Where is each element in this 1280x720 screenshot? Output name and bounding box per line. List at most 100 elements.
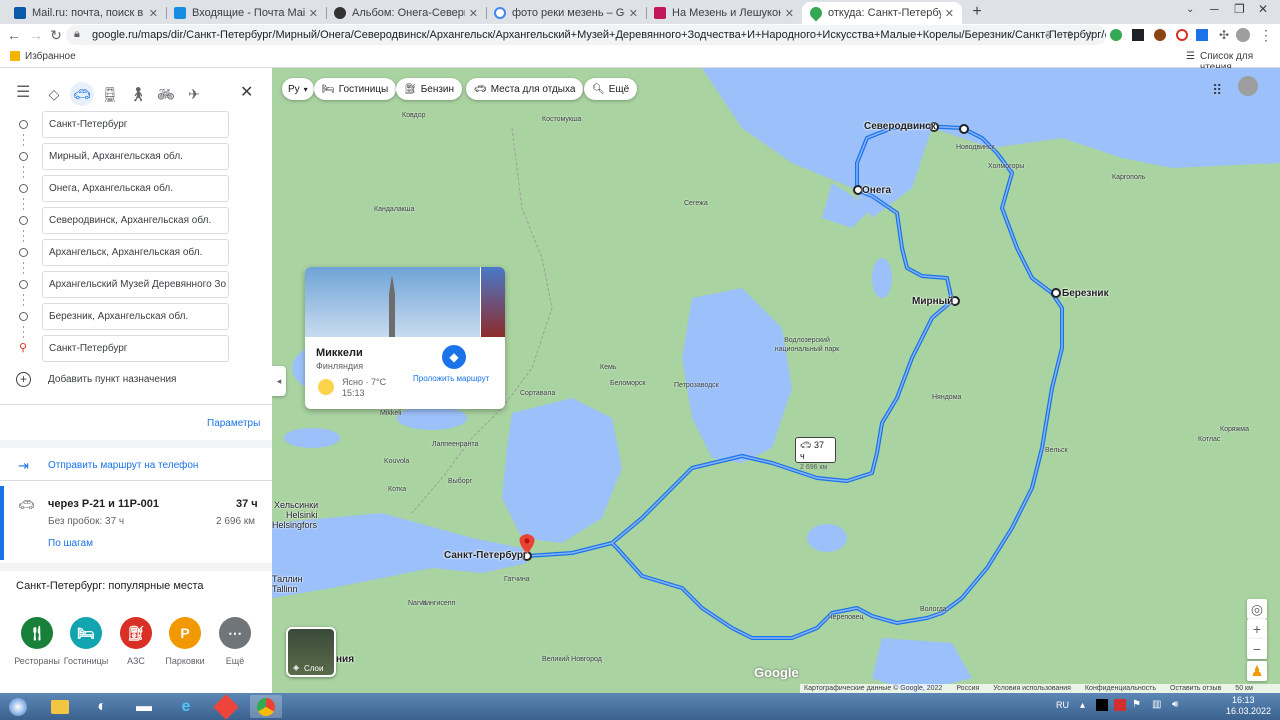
more-chip[interactable]: 🔍︎ Ещё bbox=[584, 78, 638, 100]
flight-mode-icon[interactable]: ✈︎ bbox=[182, 82, 206, 106]
options-link[interactable]: Параметры bbox=[207, 418, 260, 429]
tray-up-icon[interactable]: ▴ bbox=[1080, 700, 1085, 711]
parking-button[interactable]: P bbox=[169, 617, 201, 649]
best-mode-icon[interactable]: ◇ bbox=[42, 82, 66, 106]
forward-icon[interactable]: → bbox=[26, 25, 46, 45]
more-categories-button[interactable]: ⋯ bbox=[219, 617, 251, 649]
download-icon[interactable]: ⇩ bbox=[1038, 25, 1058, 45]
share-icon[interactable]: ⇪ bbox=[1060, 25, 1080, 45]
clock-date[interactable]: 16.03.2022 bbox=[1226, 706, 1271, 716]
menu-dots-icon[interactable]: ⋮ bbox=[1256, 25, 1276, 45]
collapse-panel-icon[interactable]: ◂ bbox=[272, 366, 286, 396]
account-avatar[interactable] bbox=[1238, 76, 1258, 96]
bookmark-star-icon[interactable]: ☆ bbox=[1080, 25, 1100, 45]
route-info-box[interactable]: 🚗︎ 37 ч 2 696 км bbox=[795, 437, 836, 471]
profile-avatar[interactable] bbox=[1236, 28, 1250, 42]
transit-mode-icon[interactable]: 🚆︎ bbox=[98, 82, 122, 106]
fuel-chip[interactable]: ⛽︎ Бензин bbox=[396, 78, 463, 100]
terms-link[interactable]: Условия использования bbox=[993, 685, 1071, 692]
layers-button[interactable]: ◈ Слои bbox=[286, 627, 336, 677]
tab-google-maps[interactable]: откуда: Санкт-Петербург; куда ✕ bbox=[802, 2, 962, 24]
extension-icon[interactable] bbox=[1176, 29, 1188, 41]
close-directions-icon[interactable]: ✕ bbox=[240, 82, 253, 102]
address-bar[interactable]: 🔒︎ google.ru/maps/dir/Санкт-Петербург/Ми… bbox=[66, 25, 1106, 45]
hotels-button[interactable]: 🛏︎ bbox=[70, 617, 102, 649]
popup-directions-button[interactable]: Проложить маршрут bbox=[413, 374, 489, 383]
extension-icon[interactable] bbox=[1154, 29, 1166, 41]
tab-mail-ru[interactable]: Mail.ru: почта, поиск в интерне ✕ bbox=[6, 2, 166, 24]
walk-mode-icon[interactable]: 🚶︎ bbox=[126, 82, 150, 106]
file-explorer-icon[interactable] bbox=[44, 695, 76, 718]
bicycle-mode-icon[interactable]: 🚲︎ bbox=[154, 82, 178, 106]
close-tab-icon[interactable]: ✕ bbox=[149, 7, 158, 20]
tab-mezen[interactable]: На Мезень и Лешуконь — «Пут ✕ bbox=[646, 2, 802, 24]
extension-icon[interactable] bbox=[1196, 29, 1208, 41]
close-tab-icon[interactable]: ✕ bbox=[469, 7, 478, 20]
puzzle-icon[interactable]: ✣ bbox=[1214, 25, 1234, 45]
send-to-phone-button[interactable]: Отправить маршрут на телефон bbox=[48, 460, 198, 471]
add-destination-button[interactable]: Добавить пункт назначения bbox=[48, 374, 176, 385]
tab-google-search[interactable]: фото реки мезень – Google По ✕ bbox=[486, 2, 646, 24]
app-icon[interactable]: ▬ bbox=[128, 695, 160, 718]
waypoint-input[interactable]: Березник, Архангельская обл. bbox=[42, 303, 229, 330]
waypoint-input[interactable]: Северодвинск, Архангельская обл. bbox=[42, 207, 229, 234]
clock-time[interactable]: 16:13 bbox=[1232, 695, 1255, 705]
route-line[interactable] bbox=[526, 124, 1064, 640]
chrome-icon[interactable] bbox=[250, 695, 282, 718]
waypoint-input[interactable]: Санкт-Петербург bbox=[42, 111, 229, 138]
language-chip[interactable]: Ру ▾ bbox=[282, 78, 314, 100]
feedback-link[interactable]: Оставить отзыв bbox=[1170, 685, 1221, 692]
media-icon[interactable]: ◐ bbox=[86, 695, 118, 718]
place-photo-thumb[interactable] bbox=[481, 267, 505, 337]
internet-explorer-icon[interactable]: e bbox=[170, 695, 202, 718]
maximize-icon[interactable]: ❐ bbox=[1234, 2, 1245, 16]
start-icon[interactable] bbox=[2, 695, 34, 718]
network-icon[interactable]: ▥ bbox=[1152, 699, 1161, 710]
minimize-icon[interactable]: ─ bbox=[1210, 2, 1219, 16]
bookmark-favorites[interactable]: Избранное bbox=[25, 51, 76, 62]
my-location-icon[interactable]: ◎ bbox=[1247, 599, 1267, 619]
restaurants-button[interactable]: 🍴︎ bbox=[21, 617, 53, 649]
reload-icon[interactable]: ↻ bbox=[46, 25, 66, 45]
menu-icon[interactable]: ☰ bbox=[16, 82, 30, 102]
close-tab-icon[interactable]: ✕ bbox=[945, 7, 954, 20]
country-link[interactable]: Россия bbox=[956, 685, 979, 692]
back-icon[interactable]: ← bbox=[4, 25, 24, 45]
extension-icon[interactable] bbox=[1110, 29, 1122, 41]
waypoint-input[interactable]: Санкт-Петербург bbox=[42, 335, 229, 362]
route-option[interactable]: 🚗︎ через Р-21 и 11Р-001 37 ч Без пробок:… bbox=[0, 486, 272, 560]
waypoint-input[interactable]: Онега, Архангельская обл. bbox=[42, 175, 229, 202]
place-popup[interactable]: Миккели Финляндия Ясно · 7°C 15:13 ◆ Про… bbox=[305, 267, 505, 409]
flag-icon[interactable]: ⚑ bbox=[1132, 699, 1141, 710]
waypoint-input[interactable]: Архангельск, Архангельская обл. bbox=[42, 239, 229, 266]
anydesk-icon[interactable] bbox=[210, 693, 242, 720]
pegman-icon[interactable]: ♟︎ bbox=[1247, 661, 1267, 681]
close-tab-icon[interactable]: ✕ bbox=[785, 7, 794, 20]
map-canvas[interactable]: Ру ▾ 🛏︎ Гостиницы ⛽︎ Бензин 🚗︎ Места для отд… bbox=[272, 68, 1280, 693]
waypoint-input[interactable]: Мирный, Архангельская обл. bbox=[42, 143, 229, 170]
extension-icon[interactable] bbox=[1132, 29, 1144, 41]
tab-search-icon[interactable]: ⌄ bbox=[1186, 4, 1194, 15]
zoom-out-icon[interactable]: − bbox=[1247, 639, 1267, 659]
step-by-step-link[interactable]: По шагам bbox=[48, 538, 93, 549]
close-tab-icon[interactable]: ✕ bbox=[309, 7, 318, 20]
language-indicator[interactable]: RU bbox=[1056, 700, 1069, 710]
add-icon[interactable]: + bbox=[16, 372, 31, 387]
zoom-in-icon[interactable]: + bbox=[1247, 619, 1267, 639]
close-window-icon[interactable]: ✕ bbox=[1258, 2, 1268, 16]
waypoint-input[interactable]: Архангельский Музей Деревянного Зо bbox=[42, 271, 229, 298]
recreation-chip[interactable]: 🚗︎ Места для отдыха bbox=[466, 78, 584, 100]
hotels-chip[interactable]: 🛏︎ Гостиницы bbox=[314, 78, 397, 100]
apps-grid-icon[interactable]: ⠿ bbox=[1212, 82, 1222, 99]
tray-app-icon[interactable] bbox=[1096, 699, 1108, 711]
directions-icon[interactable]: ◆ bbox=[442, 345, 466, 369]
gas-stations-button[interactable]: ⛽︎ bbox=[120, 617, 152, 649]
volume-icon[interactable]: 🔊︎ bbox=[1172, 699, 1178, 710]
privacy-link[interactable]: Конфиденциальность bbox=[1085, 685, 1156, 692]
close-tab-icon[interactable]: ✕ bbox=[629, 7, 638, 20]
new-tab-icon[interactable]: + bbox=[968, 3, 986, 21]
tray-app-icon[interactable] bbox=[1114, 699, 1126, 711]
tab-album[interactable]: Альбом: Онега-Северная Двин ✕ bbox=[326, 2, 486, 24]
car-mode-icon[interactable]: 🚗︎ bbox=[70, 82, 94, 106]
tab-mail-inbox[interactable]: Входящие - Почта Mail.ru ✕ bbox=[166, 2, 326, 24]
